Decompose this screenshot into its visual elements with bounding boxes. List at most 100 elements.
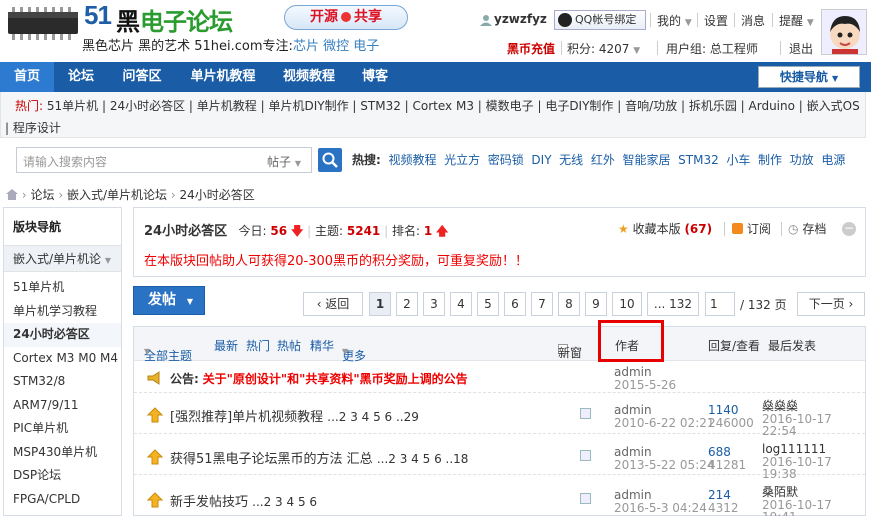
- username-link[interactable]: yzwzfyz: [494, 12, 547, 26]
- usergroup-link[interactable]: 用户组: 总工程师: [666, 40, 758, 57]
- thread-title[interactable]: 获得51黑电子论坛黑币的方法 汇总 ...2 3 4 5 6 ..18: [170, 448, 468, 467]
- author-name[interactable]: admin: [614, 366, 676, 378]
- sidebar-item[interactable]: DSP论坛: [4, 464, 121, 488]
- page-link-last[interactable]: ... 132: [647, 292, 699, 316]
- sidebar-item[interactable]: STM32/8: [4, 370, 121, 394]
- hot-search-link[interactable]: DIY: [531, 153, 551, 167]
- hot-link[interactable]: Cortex M3: [413, 99, 474, 113]
- last-post-user[interactable]: log111111: [762, 443, 832, 455]
- logo-51[interactable]: 51: [84, 0, 112, 31]
- announcement-title[interactable]: 公告: 关于"原创设计"和"共享资料"黑币奖励上调的公告: [170, 370, 468, 387]
- search-box[interactable]: 请输入搜索内容 帖子 ▼: [16, 147, 312, 173]
- hot-search-link[interactable]: 功放: [790, 153, 814, 167]
- logo-hei[interactable]: 黑: [116, 2, 140, 37]
- favorite-board-link[interactable]: ★ 收藏本版 (67): [618, 220, 712, 237]
- thread-pages[interactable]: ...2 3 4 5 6 ..29: [327, 410, 419, 424]
- nav-qa[interactable]: 问答区: [112, 62, 172, 92]
- hot-search-link[interactable]: 密码锁: [488, 153, 524, 167]
- last-post-column-header[interactable]: 最后发表: [768, 337, 816, 354]
- hot-search-link[interactable]: STM32: [678, 153, 719, 167]
- hot-link[interactable]: Arduino: [749, 99, 795, 113]
- hot-link[interactable]: 音响/功放: [625, 99, 677, 113]
- sidebar-item[interactable]: 51单片机: [4, 276, 121, 300]
- hot-search-link[interactable]: 无线: [559, 153, 583, 167]
- quick-nav-button[interactable]: 快捷导航 ▼: [758, 66, 860, 88]
- hot-link[interactable]: 程序设计: [13, 121, 61, 135]
- page-number-input[interactable]: 1: [705, 292, 735, 316]
- reply-count[interactable]: 214: [708, 489, 739, 501]
- page-link[interactable]: 3: [423, 292, 445, 316]
- announcement-text[interactable]: 关于"原创设计"和"共享资料"黑币奖励上调的公告: [203, 372, 468, 386]
- page-link[interactable]: 5: [477, 292, 499, 316]
- recharge-link[interactable]: 黑币充值: [507, 40, 555, 57]
- page-back-button[interactable]: ‹ 返回: [303, 292, 363, 316]
- points-menu[interactable]: 积分: 4207 ▼: [567, 40, 640, 57]
- hot-link[interactable]: STM32: [360, 99, 401, 113]
- author-name[interactable]: admin: [614, 489, 707, 501]
- subscribe-link[interactable]: 订阅: [732, 220, 771, 237]
- collapse-icon[interactable]: −: [842, 222, 856, 236]
- remind-menu[interactable]: 提醒 ▼: [779, 12, 814, 29]
- sidebar-item[interactable]: 单片机学习教程: [4, 300, 121, 324]
- search-type-select[interactable]: 帖子 ▼: [267, 153, 301, 170]
- settings-link[interactable]: 设置: [704, 12, 728, 29]
- thread-title-text[interactable]: [强烈推荐]单片机视频教程: [170, 410, 323, 425]
- hot-link[interactable]: 单片机教程: [197, 99, 257, 113]
- announcement-row[interactable]: 公告: 关于"原创设计"和"共享资料"黑币奖励上调的公告 admin 2015-…: [134, 362, 865, 393]
- hot-search-link[interactable]: 红外: [591, 153, 615, 167]
- hot-link[interactable]: 51单片机: [47, 99, 98, 113]
- hot-link[interactable]: 电子DIY制作: [545, 99, 613, 113]
- messages-link[interactable]: 消息: [741, 12, 765, 29]
- sidebar-item[interactable]: ARM7/9/11: [4, 394, 121, 418]
- open-share-badge[interactable]: 开源 共享: [284, 5, 408, 30]
- my-menu[interactable]: 我的 ▼: [657, 12, 692, 29]
- last-post-user[interactable]: 桑陌默: [762, 486, 832, 498]
- author-name[interactable]: admin: [614, 404, 715, 416]
- hot-search-link[interactable]: 光立方: [444, 153, 480, 167]
- hot-link[interactable]: 模数电子: [486, 99, 534, 113]
- new-window-icon[interactable]: [580, 408, 591, 419]
- filter-hot-post[interactable]: 热帖: [277, 337, 301, 354]
- reply-count[interactable]: 688: [708, 446, 746, 458]
- page-link-current[interactable]: 1: [369, 292, 391, 316]
- page-link[interactable]: 9: [585, 292, 607, 316]
- last-post-date[interactable]: 2016-10-17 19:41: [762, 499, 832, 516]
- last-post-user[interactable]: 燊燊燊: [762, 400, 832, 412]
- thread-title-text[interactable]: 新手发帖技巧: [170, 495, 248, 510]
- hot-search-link[interactable]: 制作: [758, 153, 782, 167]
- nav-forum[interactable]: 论坛: [58, 62, 104, 92]
- reply-view-column-header[interactable]: 回复/查看: [708, 337, 760, 354]
- qq-bind-button[interactable]: QQ帐号绑定: [554, 10, 646, 30]
- page-link[interactable]: 4: [450, 292, 472, 316]
- new-post-button[interactable]: 发帖 ▼: [133, 286, 205, 315]
- thread-title[interactable]: [强烈推荐]单片机视频教程 ...2 3 4 5 6 ..29: [170, 406, 419, 425]
- hot-link[interactable]: 拆机乐园: [689, 99, 737, 113]
- sidebar-item[interactable]: FPGA/CPLD: [4, 488, 121, 512]
- new-window-icon[interactable]: [580, 450, 591, 461]
- hot-search-link[interactable]: 电源: [821, 153, 845, 167]
- thread-title[interactable]: 新手发帖技巧 ...2 3 4 5 6: [170, 491, 317, 510]
- search-button[interactable]: [318, 148, 342, 172]
- hot-link[interactable]: 嵌入式OS: [807, 99, 860, 113]
- hot-link[interactable]: 单片机DIY制作: [268, 99, 348, 113]
- avatar[interactable]: [821, 9, 867, 55]
- page-link[interactable]: 2: [396, 292, 418, 316]
- nav-blog[interactable]: 博客: [352, 62, 398, 92]
- breadcrumb-category[interactable]: 嵌入式/单片机论坛: [67, 188, 167, 202]
- page-link[interactable]: 8: [558, 292, 580, 316]
- filter-hot[interactable]: 热门: [246, 337, 270, 354]
- hot-search-link[interactable]: 智能家居: [622, 153, 670, 167]
- thread-row[interactable]: 获得51黑电子论坛黑币的方法 汇总 ...2 3 4 5 6 ..18 admi…: [134, 435, 865, 480]
- sidebar-item-current[interactable]: 24小时必答区: [4, 323, 121, 347]
- new-window-icon[interactable]: [580, 493, 591, 504]
- filter-digest[interactable]: 精华: [310, 337, 334, 354]
- hot-link[interactable]: 24小时必答区: [110, 99, 185, 113]
- archive-link[interactable]: ◷ 存档: [788, 220, 826, 237]
- page-link[interactable]: 10: [612, 292, 642, 316]
- page-link[interactable]: 6: [504, 292, 526, 316]
- nav-home[interactable]: 首页: [0, 62, 54, 92]
- thread-row[interactable]: 新手发帖技巧 ...2 3 4 5 6 admin 2016-5-3 04:24…: [134, 476, 865, 516]
- author-name[interactable]: admin: [614, 446, 715, 458]
- logout-link[interactable]: 退出: [789, 40, 813, 57]
- thread-pages[interactable]: ...2 3 4 5 6: [252, 495, 317, 509]
